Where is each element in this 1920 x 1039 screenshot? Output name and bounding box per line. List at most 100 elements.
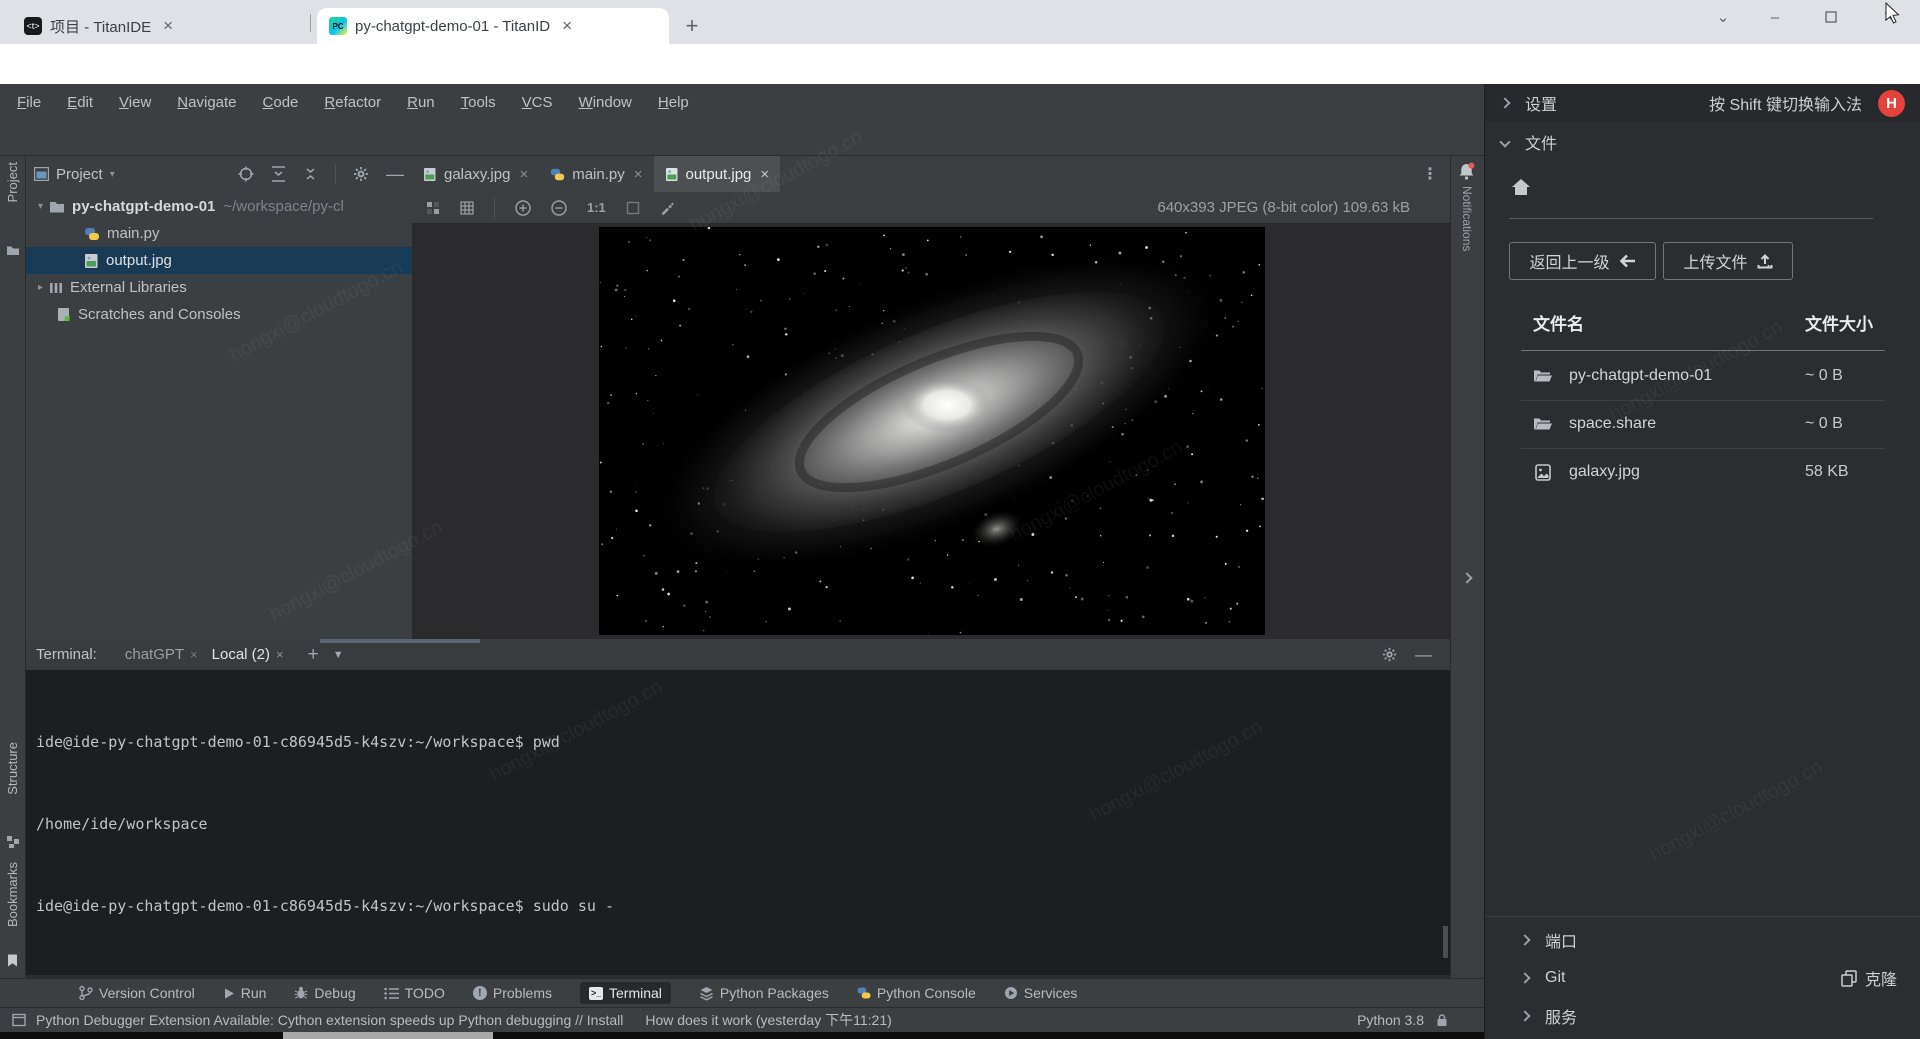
settings-section-header[interactable]: 设置 按 Shift 键切换输入法 H bbox=[1485, 84, 1920, 122]
close-icon[interactable]: × bbox=[760, 166, 769, 183]
toolbar-run[interactable]: Run bbox=[223, 985, 267, 1001]
window-maximize-button[interactable] bbox=[1808, 0, 1854, 34]
git-clone-button[interactable]: 克隆 bbox=[1841, 966, 1920, 990]
new-tab-button[interactable]: + bbox=[678, 12, 706, 40]
transparency-checkerboard-icon[interactable] bbox=[426, 201, 440, 215]
structure-stripe-icon[interactable] bbox=[7, 836, 19, 848]
tree-item-output-jpg[interactable]: output.jpg bbox=[26, 247, 412, 274]
toolbar-item-label: Version Control bbox=[99, 985, 195, 1001]
play-icon bbox=[223, 987, 235, 1000]
terminal-scrollbar-vertical[interactable] bbox=[1443, 926, 1448, 958]
fit-to-window-icon[interactable] bbox=[626, 201, 640, 215]
browser-tab-ide[interactable]: PC py-chatgpt-demo-01 - TitanID × bbox=[317, 8, 669, 44]
toolbar-problems[interactable]: ! Problems bbox=[473, 985, 552, 1001]
collapse-all-icon[interactable] bbox=[303, 168, 318, 180]
services-section-header[interactable]: 服务 bbox=[1485, 998, 1920, 1034]
upload-file-button[interactable]: 上传文件 bbox=[1663, 242, 1793, 280]
terminal-scrollbar-horizontal[interactable] bbox=[320, 639, 480, 643]
menu-view[interactable]: View bbox=[106, 94, 164, 111]
tree-item-main-py[interactable]: main.py bbox=[26, 220, 412, 247]
files-section-header[interactable]: 文件 bbox=[1485, 122, 1920, 162]
browser-tab-project[interactable]: <t> 项目 - TitanIDE × bbox=[12, 8, 304, 44]
tab-close-icon[interactable]: × bbox=[159, 16, 177, 36]
tab-search-chevron-icon[interactable]: ⌄ bbox=[1700, 0, 1746, 34]
actual-size-button[interactable]: 1:1 bbox=[587, 200, 606, 215]
notifications-bell-icon[interactable] bbox=[1458, 162, 1475, 180]
go-up-button[interactable]: 返回上一级 bbox=[1509, 242, 1656, 280]
python-interpreter-selector[interactable]: Python 3.8 bbox=[1357, 1012, 1424, 1028]
terminal-tab-chatgpt[interactable]: chatGPT × bbox=[125, 646, 198, 663]
toolbar-terminal[interactable]: >_ Terminal bbox=[580, 982, 671, 1004]
tree-item-external-libraries[interactable]: ▸ External Libraries bbox=[26, 274, 412, 301]
files-label: 文件 bbox=[1525, 130, 1557, 154]
menu-run[interactable]: Run bbox=[394, 94, 448, 111]
user-avatar[interactable]: H bbox=[1878, 90, 1905, 117]
stripe-project-label[interactable]: Project bbox=[5, 162, 20, 202]
lock-icon[interactable] bbox=[1436, 1013, 1448, 1027]
menu-help[interactable]: Help bbox=[645, 94, 702, 111]
menu-code[interactable]: Code bbox=[250, 94, 312, 111]
home-icon[interactable] bbox=[1511, 178, 1531, 196]
status-secondary-message[interactable]: How does it work (yesterday 下午11:21) bbox=[645, 1010, 891, 1030]
grid-toggle-icon[interactable] bbox=[460, 201, 474, 215]
close-icon[interactable]: × bbox=[634, 166, 643, 183]
zoom-out-icon[interactable] bbox=[551, 200, 567, 216]
menu-file[interactable]: File bbox=[4, 94, 54, 111]
git-section-header[interactable]: Git 克隆 bbox=[1485, 960, 1920, 996]
ports-section-header[interactable]: 端口 bbox=[1485, 922, 1920, 958]
chevron-right-icon[interactable]: ▸ bbox=[38, 282, 43, 293]
zoom-in-icon[interactable] bbox=[515, 200, 531, 216]
tab-close-icon[interactable]: × bbox=[558, 16, 576, 36]
menu-vcs[interactable]: VCS bbox=[509, 94, 566, 111]
galaxy-image bbox=[599, 227, 1265, 635]
editor-options-kebab-icon[interactable]: ⋮ bbox=[1422, 164, 1438, 184]
bookmarks-stripe-flag-icon[interactable] bbox=[7, 954, 18, 967]
close-icon[interactable]: × bbox=[519, 166, 528, 183]
new-terminal-plus-icon[interactable]: + bbox=[308, 644, 319, 666]
window-minimize-button[interactable]: – bbox=[1752, 0, 1798, 34]
stripe-structure-label[interactable]: Structure bbox=[5, 742, 20, 795]
gear-icon[interactable] bbox=[1382, 647, 1397, 662]
project-stripe-folder-icon[interactable] bbox=[6, 244, 20, 256]
project-panel-title[interactable]: Project bbox=[56, 166, 103, 183]
toolbar-version-control[interactable]: Version Control bbox=[78, 985, 195, 1001]
editor-tab-main-py[interactable]: main.py × bbox=[539, 156, 653, 192]
stripe-notifications-label[interactable]: Notifications bbox=[1460, 186, 1474, 251]
status-window-icon[interactable] bbox=[12, 1013, 26, 1027]
hide-panel-icon[interactable]: — bbox=[1415, 645, 1432, 665]
toolbar-services[interactable]: Services bbox=[1004, 985, 1078, 1001]
chevron-down-icon[interactable]: ▾ bbox=[110, 169, 115, 180]
toolbar-todo[interactable]: TODO bbox=[384, 985, 445, 1001]
stripe-bookmarks-label[interactable]: Bookmarks bbox=[5, 862, 20, 927]
python-icon bbox=[857, 986, 871, 1000]
color-picker-pipette-icon[interactable] bbox=[660, 200, 675, 215]
hide-panel-icon[interactable]: — bbox=[386, 169, 404, 179]
menu-navigate[interactable]: Navigate bbox=[164, 94, 249, 111]
chevron-down-icon[interactable]: ▾ bbox=[38, 201, 43, 212]
expand-strip-chevron[interactable] bbox=[1458, 566, 1476, 590]
tree-item-scratches[interactable]: Scratches and Consoles bbox=[26, 301, 412, 328]
gear-icon[interactable] bbox=[353, 166, 369, 182]
image-viewer-canvas[interactable] bbox=[412, 224, 1450, 639]
terminal-dropdown-chevron-icon[interactable]: ▼ bbox=[333, 649, 344, 661]
menu-refactor[interactable]: Refactor bbox=[311, 94, 394, 111]
locate-file-icon[interactable] bbox=[238, 166, 254, 182]
file-row-galaxy-jpg[interactable]: galaxy.jpg 58 KB bbox=[1485, 450, 1920, 494]
editor-tab-galaxy[interactable]: galaxy.jpg × bbox=[412, 156, 539, 192]
close-icon[interactable]: × bbox=[190, 647, 198, 662]
menu-tools[interactable]: Tools bbox=[448, 94, 509, 111]
toolbar-debug[interactable]: Debug bbox=[294, 985, 355, 1001]
status-message[interactable]: Python Debugger Extension Available: Cyt… bbox=[36, 1012, 623, 1028]
file-row-space-share[interactable]: space.share ~ 0 B bbox=[1485, 402, 1920, 446]
editor-tab-output[interactable]: output.jpg × bbox=[654, 156, 781, 192]
menu-window[interactable]: Window bbox=[566, 94, 645, 111]
file-row-py-chatgpt[interactable]: py-chatgpt-demo-01 ~ 0 B bbox=[1485, 354, 1920, 398]
expand-all-icon[interactable] bbox=[271, 166, 286, 182]
tree-item-project-root[interactable]: ▾ py-chatgpt-demo-01 ~/workspace/py-cl bbox=[26, 193, 412, 220]
toolbar-python-console[interactable]: Python Console bbox=[857, 985, 976, 1001]
menu-edit[interactable]: Edit bbox=[54, 94, 106, 111]
toolbar-python-packages[interactable]: Python Packages bbox=[699, 985, 829, 1001]
terminal-output[interactable]: ide@ide-py-chatgpt-demo-01-c86945d5-k4sz… bbox=[26, 670, 1450, 975]
terminal-tab-local[interactable]: Local (2) × bbox=[212, 646, 284, 663]
close-icon[interactable]: × bbox=[276, 647, 284, 662]
